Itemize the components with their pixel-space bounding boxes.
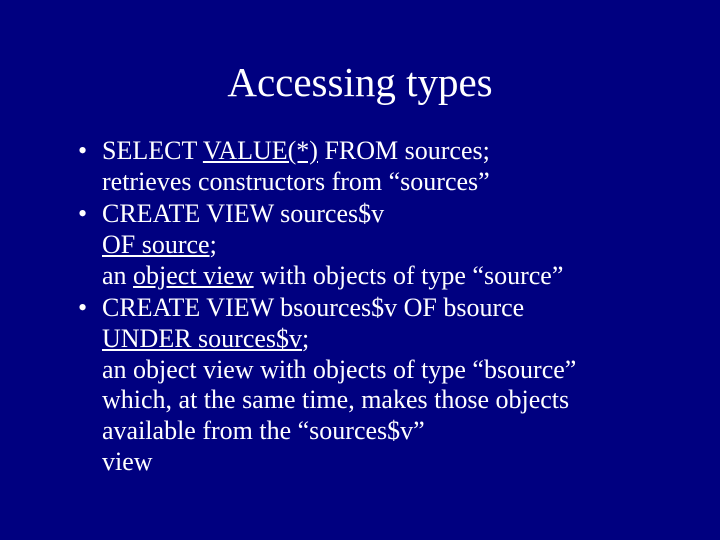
bullet-item: •CREATE VIEW sources$vOF source; an objec… — [78, 199, 660, 291]
bullet-text: CREATE VIEW bsources$v OF bsourceUNDER s… — [102, 293, 660, 477]
bullet-item: •CREATE VIEW bsources$v OF bsourceUNDER … — [78, 293, 660, 477]
underlined-text: VALUE(*) — [203, 136, 318, 165]
text-run: available from the “sources$v” — [102, 416, 425, 445]
text-run: view — [102, 447, 153, 476]
slide-title: Accessing types — [0, 0, 720, 136]
bullet-text: SELECT VALUE(*) FROM sources;retrieves c… — [102, 136, 660, 197]
bullet-text: CREATE VIEW sources$vOF source; an object… — [102, 199, 660, 291]
text-run: SELECT — [102, 136, 203, 165]
text-run: an — [102, 261, 133, 290]
text-run: ; — [302, 324, 309, 353]
bullet-mark: • — [78, 136, 102, 167]
underlined-text: UNDER sources$v — [102, 324, 302, 353]
bullet-mark: • — [78, 293, 102, 324]
text-run: ; — [210, 230, 217, 259]
bullet-item: •SELECT VALUE(*) FROM sources;retrieves … — [78, 136, 660, 197]
text-run: CREATE VIEW bsources$v OF bsource — [102, 293, 524, 322]
text-run: CREATE VIEW sources$v — [102, 199, 384, 228]
bullet-mark: • — [78, 199, 102, 230]
underlined-text: object view — [133, 261, 254, 290]
slide-body: •SELECT VALUE(*) FROM sources;retrieves … — [0, 136, 720, 477]
text-run: which, at the same time, makes those obj… — [102, 385, 569, 414]
text-run: with objects of type “source” — [254, 261, 564, 290]
underlined-text: OF source — [102, 230, 210, 259]
text-run: an object view with objects of type “bso… — [102, 355, 576, 384]
text-run: FROM sources; — [318, 136, 490, 165]
text-run: retrieves constructors from “sources” — [102, 167, 490, 196]
slide: Accessing types •SELECT VALUE(*) FROM so… — [0, 0, 720, 540]
